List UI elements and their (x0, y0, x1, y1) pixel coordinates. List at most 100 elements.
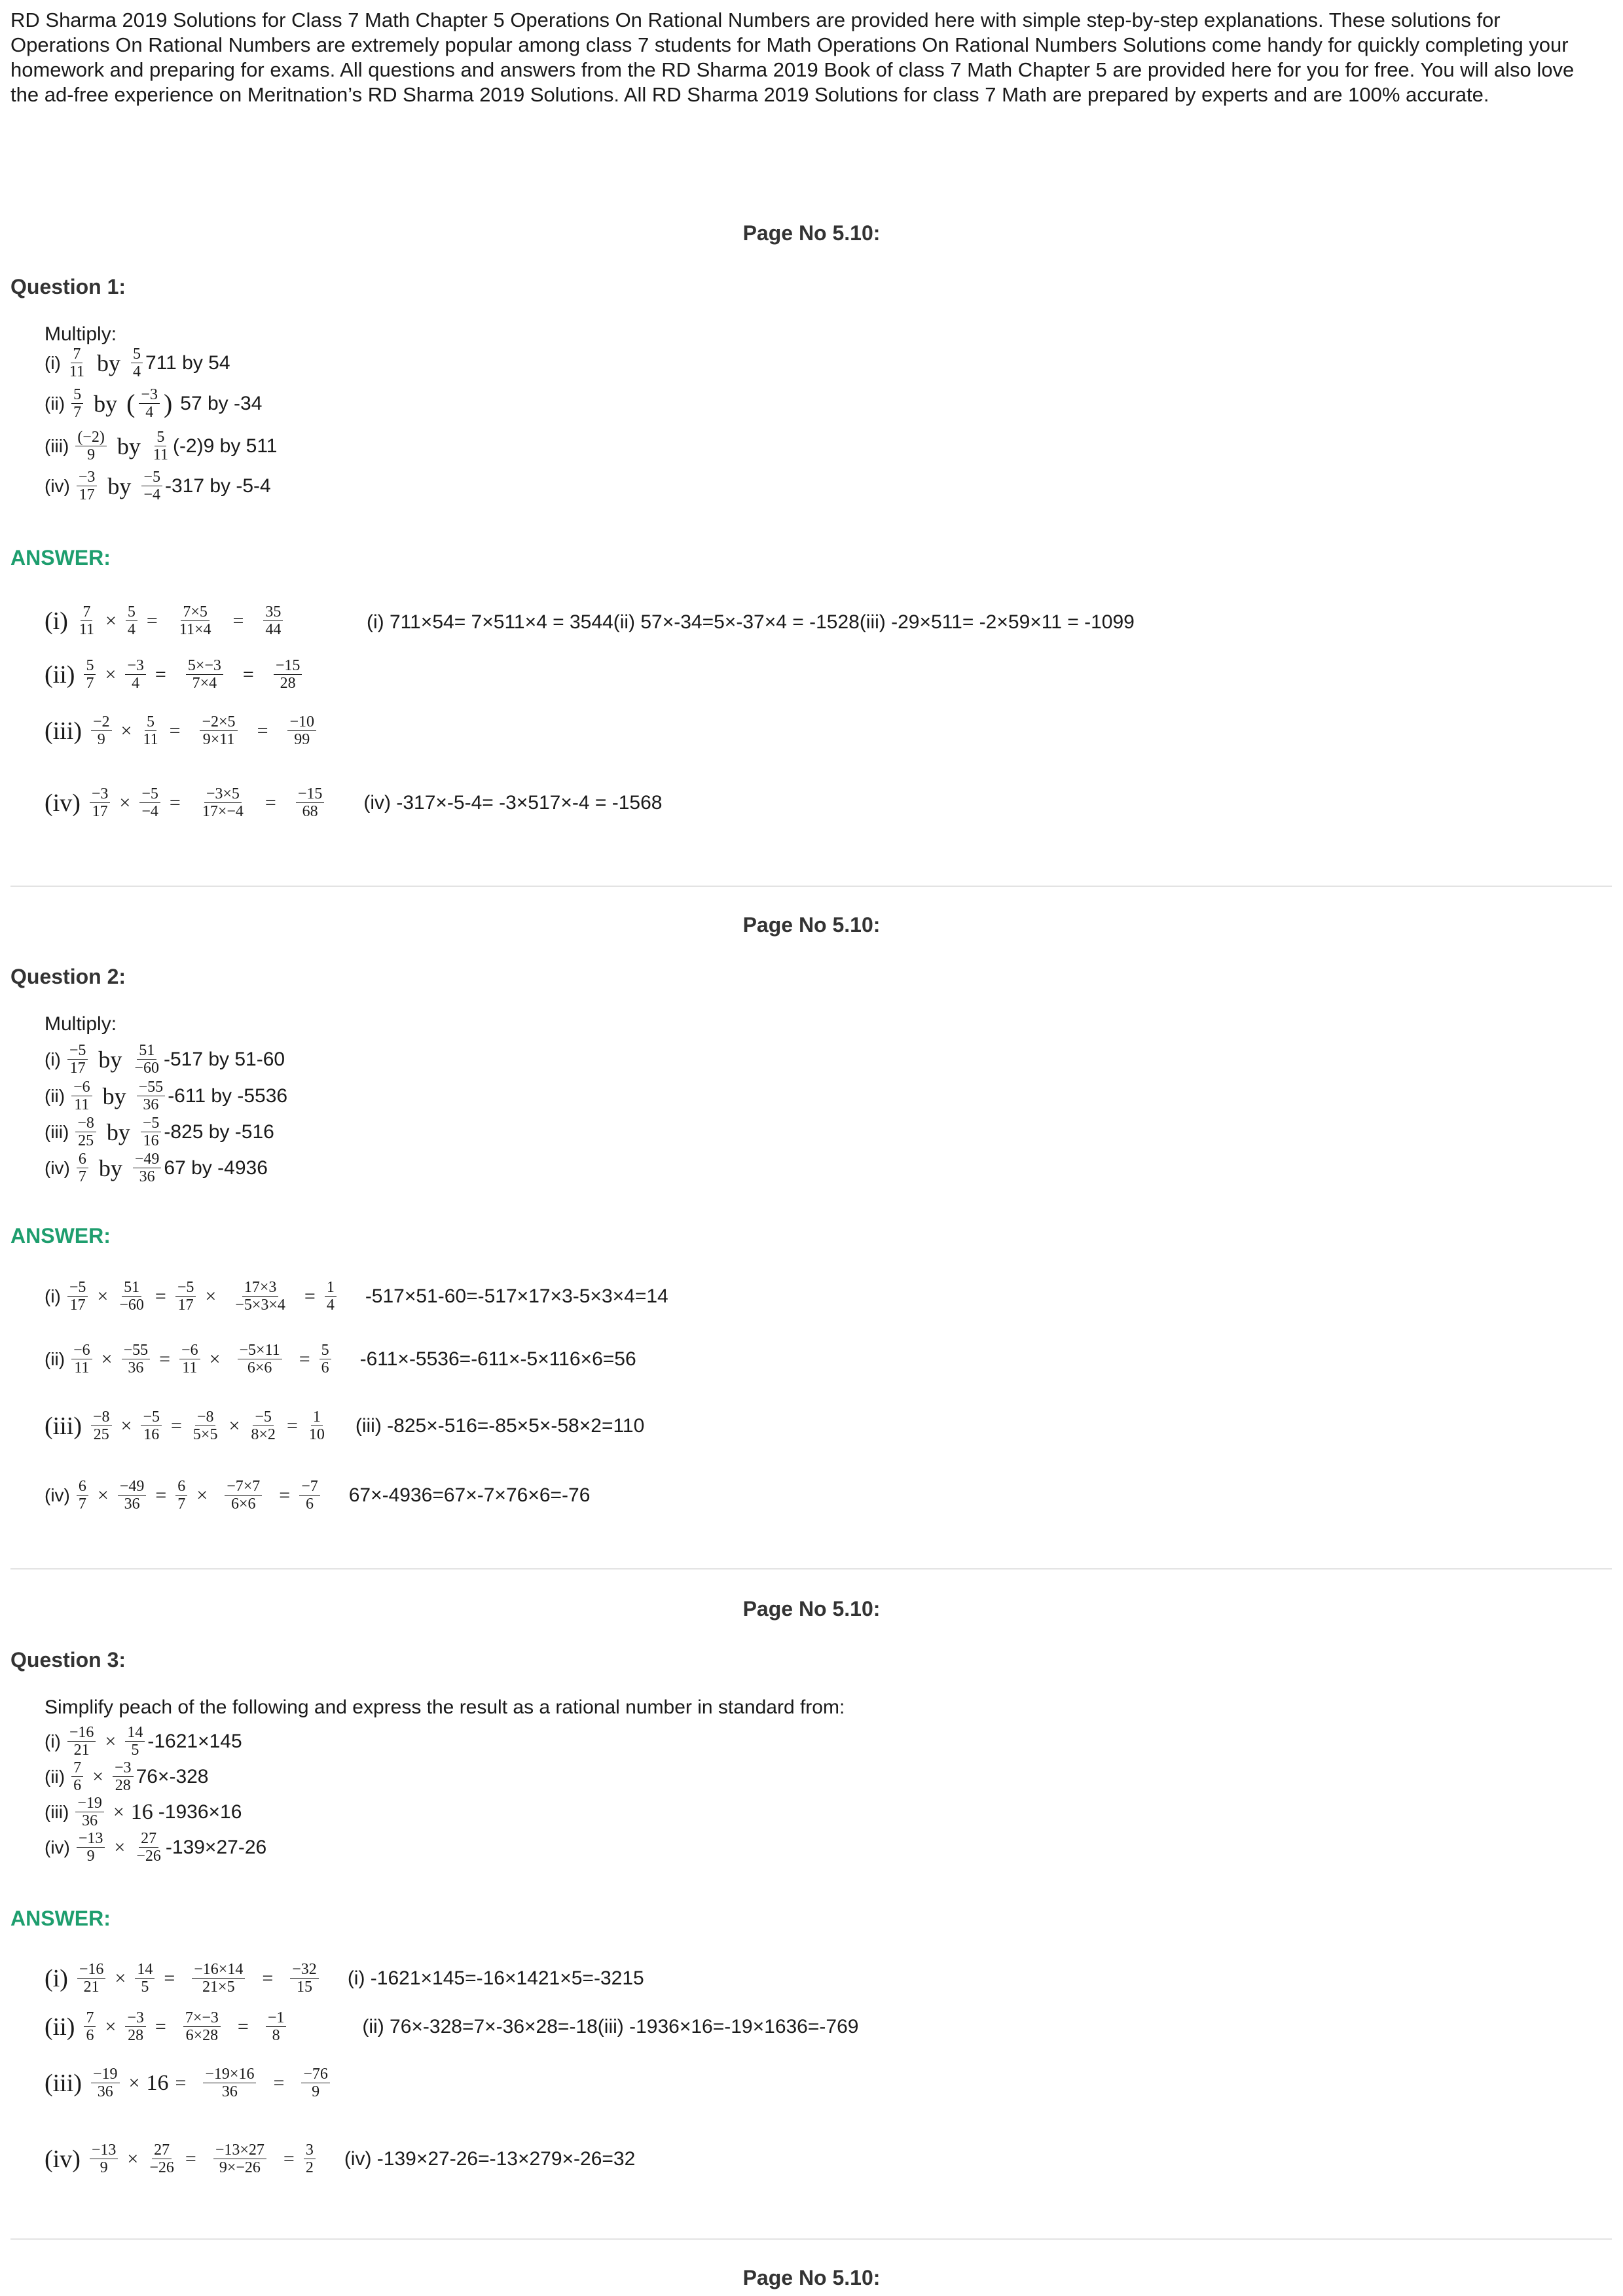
plain-text: (-2)9 by 511 (172, 435, 278, 457)
fraction: 76 (71, 1759, 84, 1794)
plain-text: -825 by -516 (164, 1121, 274, 1143)
by-word: by (96, 350, 120, 376)
times-sign: × (92, 1765, 104, 1787)
by-word: by (98, 1155, 122, 1181)
fraction: 67 (76, 1151, 88, 1185)
question-item: (ii) 57 by ( −3 4 ) 57 by -34 (45, 386, 263, 421)
fraction: −55 36 (121, 1342, 151, 1376)
equals-sign: = (159, 1348, 171, 1370)
equals-sign: = (237, 2015, 249, 2037)
item-tag: (iv) (45, 475, 70, 496)
times-sign: × (128, 2072, 140, 2094)
divider (10, 2238, 1612, 2240)
plain-answer: (i) -1621×145=-16×1421×5=-3215 (347, 1967, 644, 1989)
item-tag: (ii) (45, 660, 75, 689)
fraction: −3 4 (139, 386, 160, 421)
equals-sign: = (304, 1285, 316, 1307)
equals-sign: = (262, 1967, 274, 1989)
item-tag: (iii) (45, 1801, 69, 1822)
fraction: −3 17 (76, 469, 98, 503)
plain-answer: (i) 711×54= 7×511×4 = 3544(ii) 57×-34=5×… (367, 611, 1135, 633)
item-tag: (iii) (45, 717, 82, 745)
fraction: −5×11 6×6 (237, 1342, 282, 1376)
fraction: −5 16 (140, 1115, 162, 1149)
fraction: 67 (76, 1478, 88, 1513)
answer-heading: ANSWER: (10, 1907, 111, 1930)
plain-answer: (iv) -317×-5-4= -3×517×-4 = -1568 (363, 791, 663, 814)
equals-sign: = (155, 1484, 167, 1506)
fraction: 67 (175, 1478, 188, 1513)
fraction: −6 11 (71, 1079, 92, 1113)
fraction: −7 6 (299, 1478, 320, 1513)
fraction: −8 5×5 (192, 1408, 218, 1443)
item-tag: (iii) (45, 435, 69, 456)
item-tag: (iii) (45, 2069, 82, 2097)
answer-row: (iii) −19 36 × 16 = −19×16 36 = −76 9 (45, 2066, 340, 2100)
fraction: −16 21 (67, 1724, 96, 1759)
question-intro: Multiply: (45, 1013, 117, 1035)
by-word: by (98, 1046, 122, 1073)
fraction: −49 36 (132, 1151, 162, 1185)
answer-row: (iv) −3 17 × −5 −4 = −3×5 17×−4 = −15 68 (iv… (45, 785, 662, 820)
answer-row: (i) 7 11 × 54 = 7×5 11×4 = 35 44 (45, 603, 296, 638)
intro-paragraph: RD Sharma 2019 Solutions for Class 7 Mat… (10, 9, 1575, 106)
integer: 16 (130, 1799, 153, 1824)
integer: 16 (146, 2070, 169, 2095)
question-intro: Simplify peach of the following and expr… (45, 1696, 845, 1718)
answer-row: (ii) 57 × −3 4 = 5×−3 7×4 = −15 28 (45, 657, 315, 692)
equals-sign: = (232, 609, 244, 632)
by-word: by (106, 1119, 130, 1145)
item-tag: (iv) (45, 1837, 70, 1857)
fraction: −3×5 17×−4 (202, 785, 244, 820)
plain-text: 76×-328 (136, 1765, 209, 1787)
fraction: −3 28 (125, 2009, 146, 2044)
fraction: −76 9 (301, 2066, 330, 2100)
item-tag: (i) (45, 352, 61, 373)
answer-row: (ii) 76 × −3 28 = 7×−3 6×28 = −1 8 (ii) 76×… (45, 2009, 858, 2044)
fraction: −5 17 (175, 1279, 196, 1314)
item-tag: (i) (45, 1049, 61, 1069)
times-sign: × (105, 663, 117, 685)
answer-row: (iv) 67 × −49 36 = 67 × −7×7 6×6 = −7 6 67×… (45, 1478, 590, 1513)
fraction: 56 (319, 1342, 331, 1376)
fraction: −16×14 21×5 (192, 1961, 246, 1996)
fraction: 27 −26 (136, 1830, 161, 1865)
fraction: 14 (324, 1279, 337, 1314)
answer-row: (i) −16 21 × 14 5 = −16×14 21×5 = −32 15 (i)… (45, 1961, 644, 1996)
fraction: −5 16 (141, 1408, 162, 1443)
item-tag: (ii) (45, 2013, 75, 2041)
answer-row: (i) −5 17 × 51 −60 = −5 17 × 17×3 −5×3×4 = 1… (45, 1279, 668, 1314)
fraction: 7×−3 6×28 (183, 2009, 221, 2044)
plain-text: -1621×145 (147, 1730, 242, 1752)
fraction: 17×3 −5×3×4 (235, 1279, 285, 1314)
plain-text: 711 by 54 (145, 351, 230, 374)
fraction: −19 36 (75, 1795, 104, 1829)
times-sign: × (101, 1348, 113, 1370)
plain-text: 57 by -34 (180, 392, 263, 414)
fraction: −5 17 (67, 1042, 88, 1077)
times-sign: × (209, 1348, 221, 1370)
equals-sign: = (264, 791, 276, 814)
question-title: Question 2: (10, 965, 126, 988)
plain-answer: (ii) 76×-328=7×-36×28=-18(iii) -1936×16=… (362, 2015, 859, 2037)
fraction: 32 (303, 2142, 316, 2176)
page-number: Page No 5.10: (742, 2266, 881, 2289)
fraction: 54 (130, 346, 143, 380)
item-tag: (i) (45, 1285, 61, 1306)
fraction: −15 28 (273, 657, 302, 692)
question-item: (iv) −13 9 × 27 −26 -139×27-26 (45, 1830, 266, 1865)
by-word: by (107, 473, 132, 499)
question-item: (iv) −3 17 by −5 −4 -317 by -5-4 (45, 469, 271, 503)
question-item: (iv) 67 by −49 36 67 by -4936 (45, 1151, 268, 1185)
question-item: (i) 7 11 by 54 711 by 54 (45, 346, 230, 380)
equals-sign: = (155, 2015, 166, 2037)
fraction: −49 36 (117, 1478, 147, 1513)
fraction: 57 (84, 657, 96, 692)
item-tag: (i) (45, 607, 68, 635)
fraction: −13 9 (89, 2142, 119, 2176)
equals-sign: = (169, 719, 181, 742)
fraction: −16 21 (77, 1961, 106, 1996)
equals-sign: = (146, 609, 158, 632)
fraction: −13×27 9×−26 (213, 2142, 266, 2176)
plain-answer: -611×-5536=-611×-5×116×6=56 (359, 1348, 636, 1370)
